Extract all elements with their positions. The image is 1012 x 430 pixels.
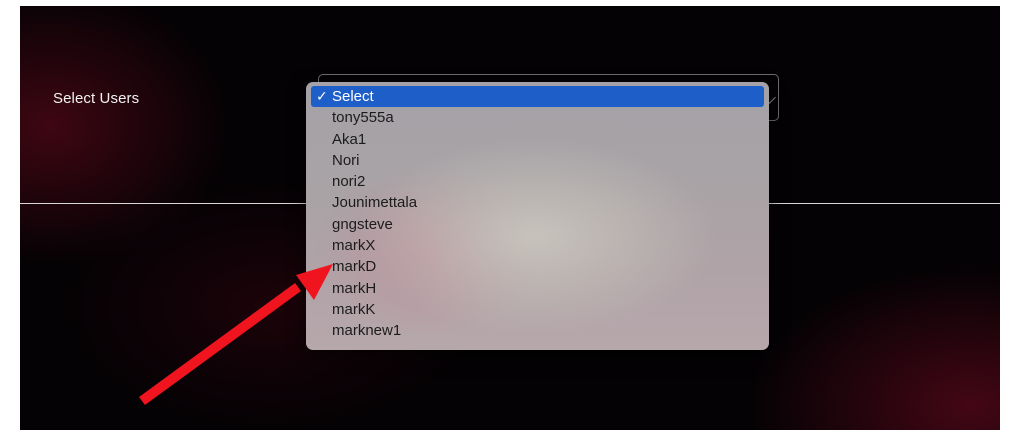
option-label: Select: [332, 88, 374, 105]
dropdown-option-marknew1[interactable]: marknew1: [306, 320, 769, 341]
checkmark-icon: ✓: [316, 88, 328, 104]
dropdown-option-markx[interactable]: markX: [306, 235, 769, 256]
dropdown-option-jounimettala[interactable]: Jounimettala: [306, 192, 769, 213]
dropdown-option-aka1[interactable]: Aka1: [306, 129, 769, 150]
dropdown-option-nori2[interactable]: nori2: [306, 171, 769, 192]
dropdown-option-nori[interactable]: Nori: [306, 150, 769, 171]
dropdown-option-markh[interactable]: markH: [306, 278, 769, 299]
dropdown-option-tony555a[interactable]: tony555a: [306, 107, 769, 128]
dropdown-option-markd[interactable]: markD: [306, 256, 769, 277]
dropdown-option-gngsteve[interactable]: gngsteve: [306, 214, 769, 235]
select-users-label: Select Users: [53, 90, 140, 107]
dropdown-option-select[interactable]: ✓ Select: [311, 86, 764, 108]
dropdown-option-markk[interactable]: markK: [306, 299, 769, 320]
users-dropdown-menu[interactable]: ✓ Select tony555a Aka1 Nori nori2 Jounim…: [306, 82, 769, 350]
